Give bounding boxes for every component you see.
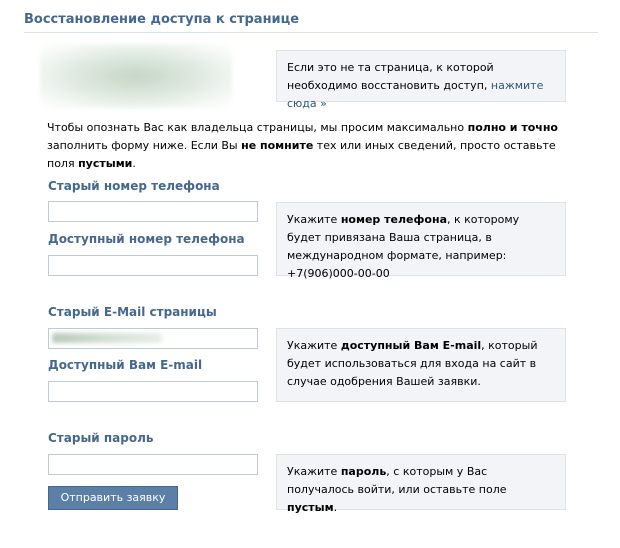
wrong-page-text: Если это не та страница, к которой необх…: [287, 61, 494, 92]
hint-text: Укажите: [287, 339, 341, 352]
intro-bold: пустыми: [78, 157, 133, 170]
hint-bold: номер телефона: [340, 213, 447, 226]
hint-text: Укажите: [287, 213, 341, 226]
hint-text: .: [333, 501, 338, 514]
old-email-label: Старый E-Mail страницы: [48, 305, 217, 319]
password-hint-box: Укажите пароль, с которым у Вас получало…: [276, 454, 566, 514]
hint-bold: пустым: [287, 501, 334, 514]
old-password-label: Старый пароль: [48, 431, 154, 445]
intro-part: .: [132, 157, 136, 170]
intro-part: Чтобы опознать Вас как владельца страниц…: [47, 121, 468, 134]
intro-text: Чтобы опознать Вас как владельца страниц…: [47, 119, 567, 173]
email-hint-box: Укажите доступный Вам E-mail, который бу…: [276, 328, 566, 402]
old-phone-input[interactable]: [48, 201, 258, 222]
new-email-input[interactable]: [48, 381, 258, 402]
wrong-page-box: Если это не та страница, к которой необх…: [276, 50, 566, 110]
old-phone-label: Старый номер телефона: [48, 179, 220, 193]
old-password-input[interactable]: [48, 454, 258, 475]
phone-hint-box: Укажите номер телефона, к которому будет…: [276, 202, 566, 280]
hint-bold: пароль: [340, 465, 387, 478]
submit-request-button[interactable]: Отправить заявку: [48, 486, 178, 510]
new-phone-label: Доступный номер телефона: [48, 232, 245, 246]
blurred-profile-preview: [40, 44, 232, 108]
intro-part: заполнить форму ниже. Если Вы: [47, 139, 242, 152]
hint-text: Укажите: [287, 465, 341, 478]
page-title: Восстановление доступа к странице: [24, 12, 300, 27]
title-divider: [24, 32, 598, 33]
blurred-email-value: [52, 333, 162, 343]
new-phone-input[interactable]: [48, 255, 258, 276]
hint-bold: доступный Вам E-mail: [340, 339, 482, 352]
new-email-label: Доступный Вам E-mail: [48, 358, 203, 372]
intro-bold: не помните: [241, 139, 314, 152]
intro-bold: полно и точно: [467, 121, 558, 134]
